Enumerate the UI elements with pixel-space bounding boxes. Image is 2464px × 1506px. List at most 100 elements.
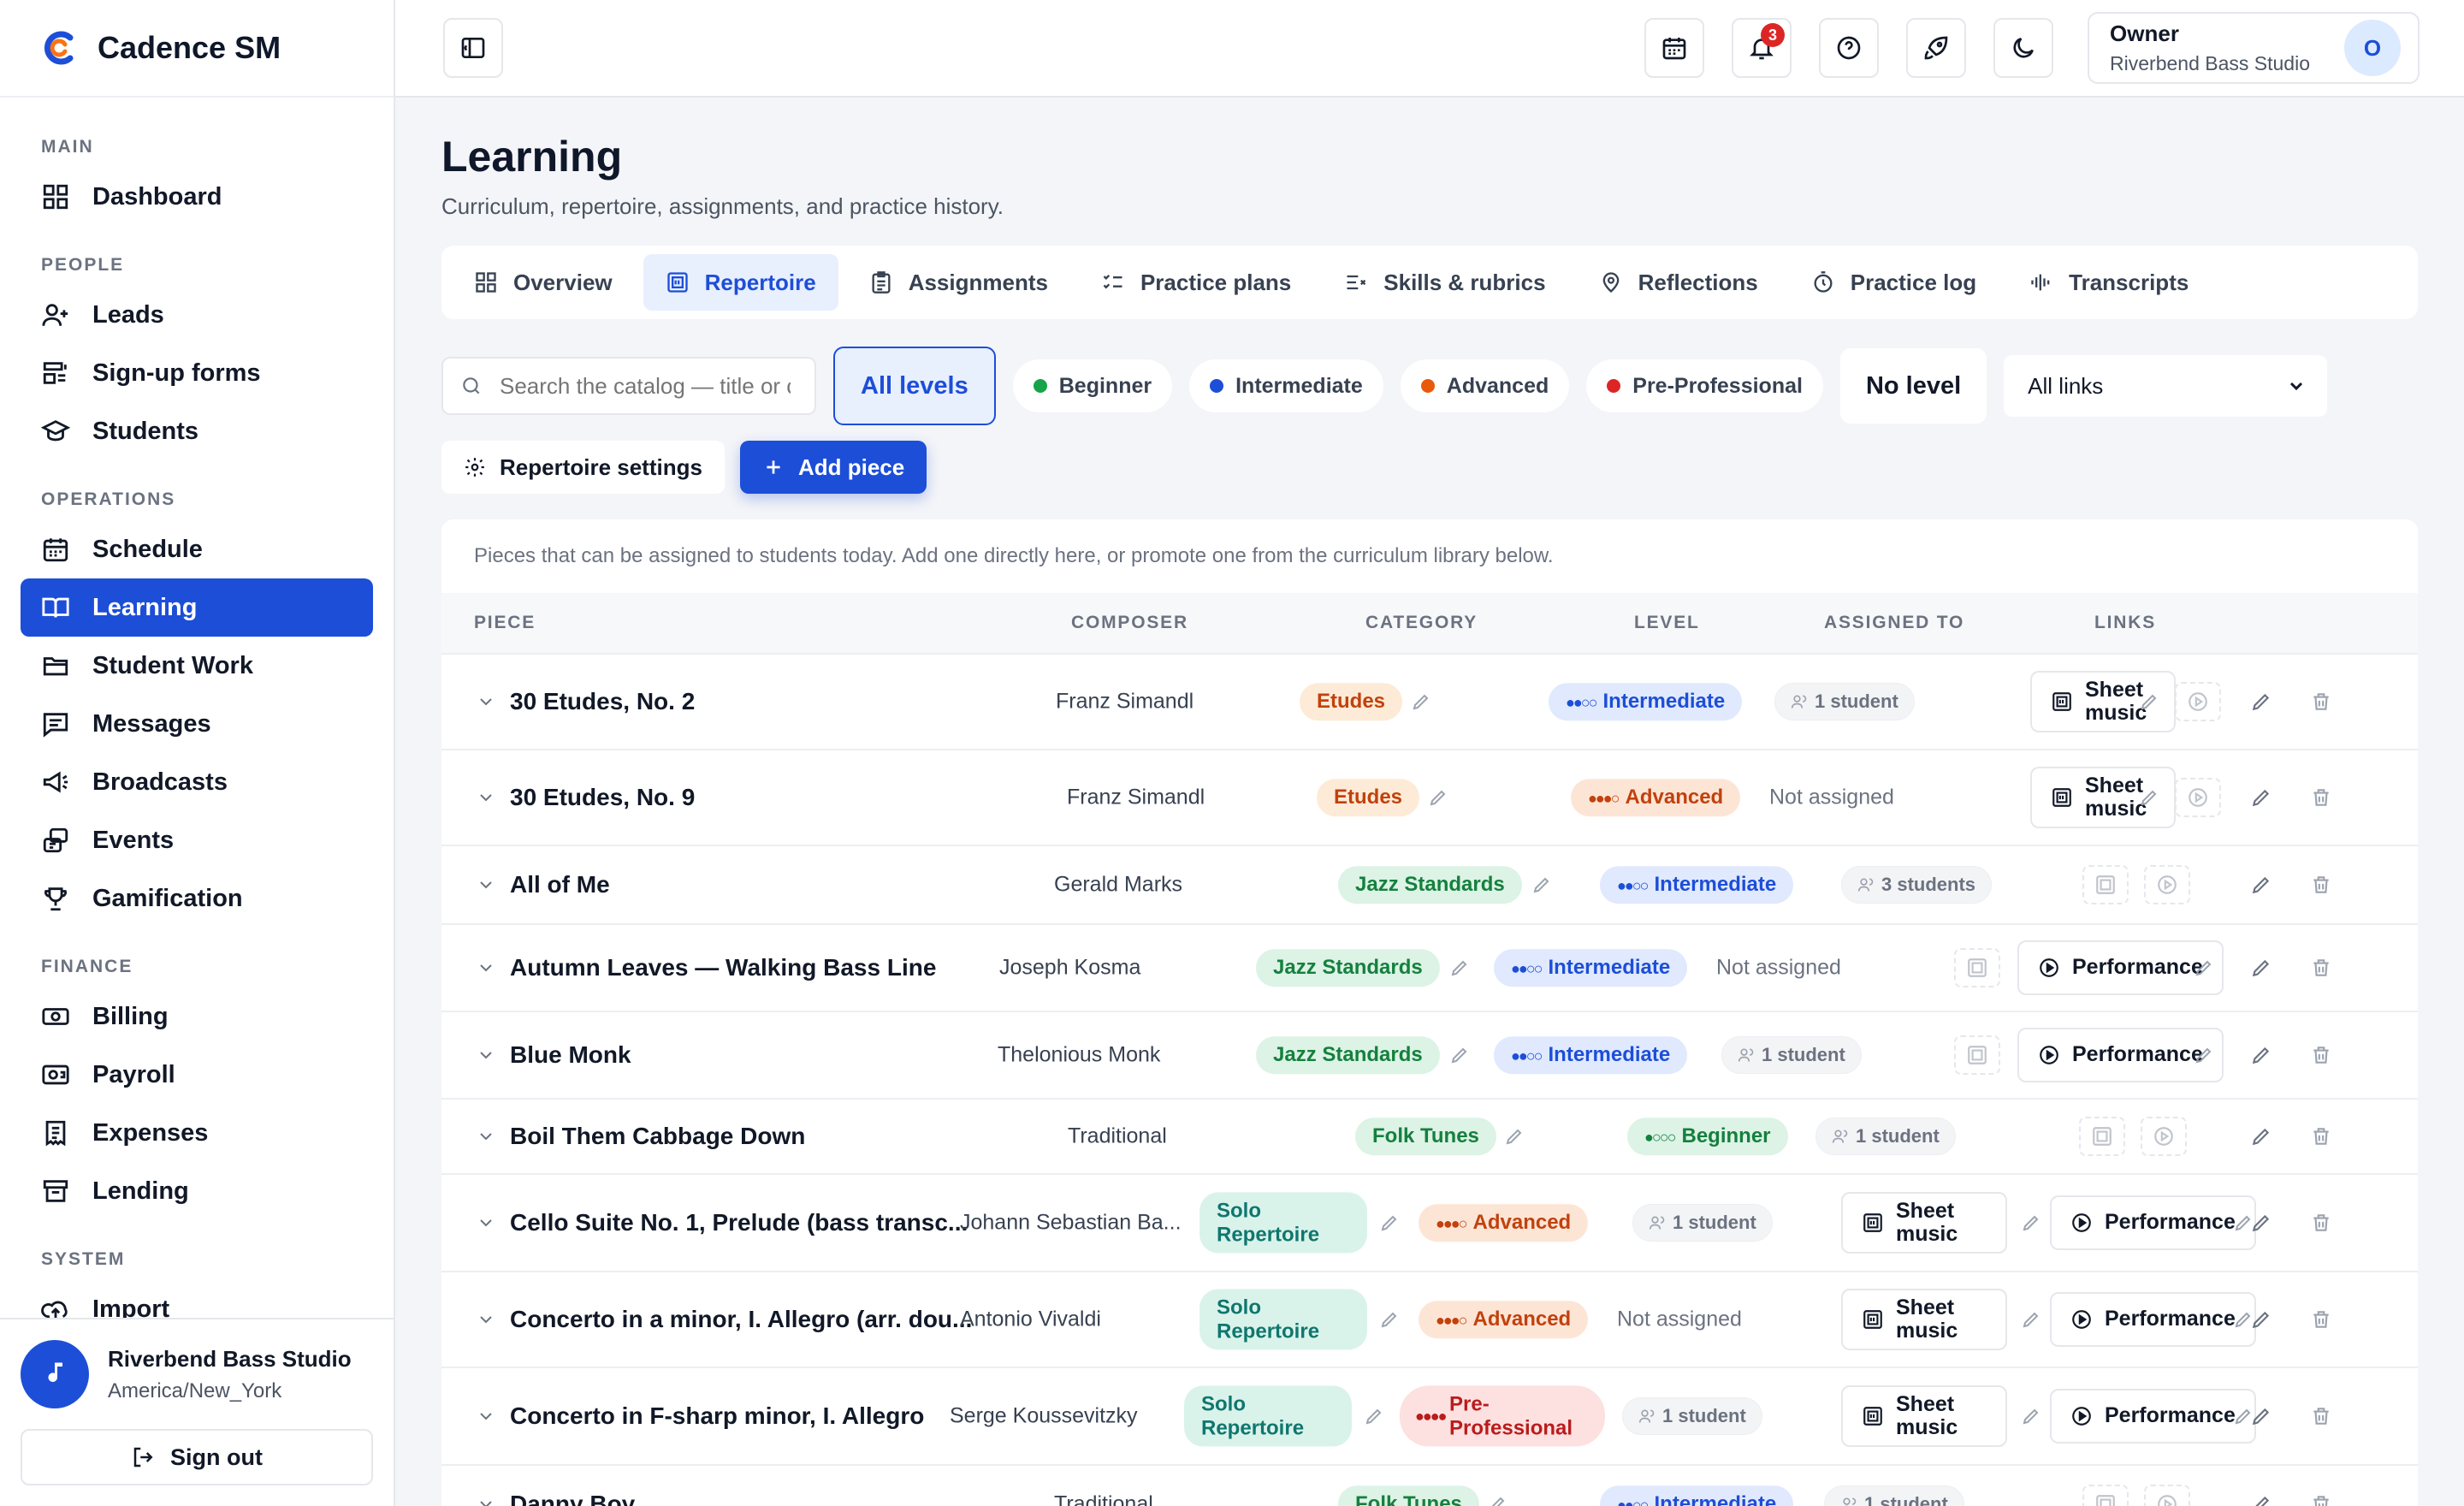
- table-row[interactable]: Concerto in a minor, I. Allegro (arr. do…: [441, 1272, 2418, 1368]
- repertoire-settings-button[interactable]: Repertoire settings: [441, 441, 725, 494]
- search-input[interactable]: [500, 372, 791, 400]
- tab-repertoire[interactable]: Repertoire: [643, 254, 838, 311]
- add-performance-link[interactable]: [2144, 865, 2190, 904]
- edit-link-button[interactable]: [2139, 787, 2159, 808]
- theme-toggle-button[interactable]: [1993, 18, 2054, 78]
- sidebar-item-import[interactable]: Import: [21, 1280, 373, 1318]
- add-sheet-music-link[interactable]: [2082, 1485, 2129, 1506]
- toggle-sidebar-button[interactable]: [443, 18, 503, 78]
- delete-piece-button[interactable]: [2310, 1405, 2332, 1427]
- tab-assignments[interactable]: Assignments: [847, 254, 1070, 311]
- table-row[interactable]: All of Me Gerald Marks Jazz Standards ●●○○ I…: [441, 846, 2418, 925]
- add-sheet-music-link[interactable]: [2082, 865, 2129, 904]
- sidebar-item-dashboard[interactable]: Dashboard: [21, 168, 373, 226]
- performance-link[interactable]: Performance: [2017, 1028, 2224, 1082]
- sidebar-item-gamification[interactable]: Gamification: [21, 869, 373, 928]
- performance-link[interactable]: Performance: [2017, 940, 2224, 995]
- edit-category-button[interactable]: [1531, 875, 1552, 895]
- delete-piece-button[interactable]: [2310, 1212, 2332, 1234]
- table-row[interactable]: Blue Monk Thelonious Monk Jazz Standards ●●…: [441, 1012, 2418, 1100]
- filter-pre-professional[interactable]: Pre-Professional: [1586, 359, 1823, 412]
- table-row[interactable]: 30 Etudes, No. 2 Franz Simandl Etudes ●●○○ I…: [441, 655, 2418, 750]
- sidebar-item-broadcasts[interactable]: Broadcasts: [21, 753, 373, 811]
- add-sheet-music-link[interactable]: [1954, 1035, 2000, 1075]
- edit-piece-button[interactable]: [2250, 786, 2272, 809]
- sidebar-item-payroll[interactable]: Payroll: [21, 1046, 373, 1104]
- delete-piece-button[interactable]: [2310, 1125, 2332, 1147]
- assigned-students-badge[interactable]: 1 student: [1622, 1397, 1762, 1435]
- edit-piece-button[interactable]: [2250, 1493, 2272, 1506]
- sign-out-button[interactable]: Sign out: [21, 1429, 373, 1485]
- chevron-down-icon[interactable]: [476, 1494, 496, 1506]
- chevron-down-icon[interactable]: [476, 1309, 496, 1330]
- table-row[interactable]: Concerto in F-sharp minor, I. Allegro Ser…: [441, 1368, 2418, 1466]
- add-piece-button[interactable]: Add piece: [739, 441, 927, 494]
- add-performance-link[interactable]: [2175, 778, 2221, 817]
- assigned-students-badge[interactable]: 1 student: [1824, 1485, 1964, 1506]
- edit-category-button[interactable]: [1379, 1309, 1400, 1330]
- chevron-down-icon[interactable]: [476, 691, 496, 712]
- sidebar-item-signup-forms[interactable]: Sign-up forms: [21, 344, 373, 402]
- tab-practice-plans[interactable]: Practice plans: [1079, 254, 1313, 311]
- tab-reflections[interactable]: Reflections: [1577, 254, 1780, 311]
- links-select[interactable]: All links: [2004, 355, 2328, 417]
- sidebar-item-students[interactable]: Students: [21, 402, 373, 460]
- tab-skills-rubrics[interactable]: Skills & rubrics: [1322, 254, 1567, 311]
- edit-piece-button[interactable]: [2250, 957, 2272, 979]
- table-row[interactable]: Danny Boy Traditional Folk Tunes ●●○○ Interm…: [441, 1466, 2418, 1506]
- sidebar-item-learning[interactable]: Learning: [21, 578, 373, 637]
- edit-link-button[interactable]: [2021, 1406, 2041, 1426]
- brand[interactable]: Cadence SM: [0, 0, 394, 98]
- edit-link-button[interactable]: [2021, 1213, 2041, 1233]
- sheet-music-link[interactable]: Sheet music: [1841, 1385, 2007, 1447]
- edit-piece-button[interactable]: [2250, 1405, 2272, 1427]
- edit-category-button[interactable]: [1504, 1126, 1525, 1147]
- edit-piece-button[interactable]: [2250, 874, 2272, 896]
- help-button[interactable]: [1819, 18, 1880, 78]
- sidebar-item-leads[interactable]: Leads: [21, 286, 373, 344]
- sidebar-item-expenses[interactable]: Expenses: [21, 1104, 373, 1162]
- edit-piece-button[interactable]: [2250, 1125, 2272, 1147]
- table-row[interactable]: 30 Etudes, No. 9 Franz Simandl Etudes ●●●○ A…: [441, 750, 2418, 846]
- chevron-down-icon[interactable]: [476, 875, 496, 895]
- edit-link-button[interactable]: [2194, 1045, 2214, 1065]
- account-menu[interactable]: Owner Riverbend Bass Studio O: [2088, 12, 2420, 84]
- calendar-button[interactable]: [1644, 18, 1705, 78]
- performance-link[interactable]: Performance: [2050, 1389, 2256, 1444]
- chevron-down-icon[interactable]: [476, 1045, 496, 1065]
- tab-practice-log[interactable]: Practice log: [1789, 254, 1999, 311]
- table-row[interactable]: Cello Suite No. 1, Prelude (bass transc.…: [441, 1175, 2418, 1272]
- edit-category-button[interactable]: [1379, 1213, 1400, 1233]
- add-performance-link[interactable]: [2141, 1117, 2187, 1156]
- chevron-down-icon[interactable]: [476, 1213, 496, 1233]
- sidebar-item-lending[interactable]: Lending: [21, 1162, 373, 1220]
- edit-piece-button[interactable]: [2250, 691, 2272, 713]
- sidebar-item-billing[interactable]: Billing: [21, 987, 373, 1046]
- launch-button[interactable]: [1906, 18, 1967, 78]
- assigned-students-badge[interactable]: 1 student: [1774, 683, 1915, 720]
- filter-all-levels[interactable]: All levels: [833, 347, 996, 425]
- assigned-students-badge[interactable]: 1 student: [1815, 1118, 1956, 1155]
- add-performance-link[interactable]: [2175, 682, 2221, 721]
- sheet-music-link[interactable]: Sheet music: [1841, 1192, 2007, 1254]
- filter-intermediate[interactable]: Intermediate: [1189, 359, 1383, 412]
- sheet-music-link[interactable]: Sheet music: [1841, 1289, 2007, 1350]
- edit-link-button[interactable]: [2139, 691, 2159, 712]
- add-sheet-music-link[interactable]: [2079, 1117, 2125, 1156]
- table-row[interactable]: Boil Them Cabbage Down Traditional Folk Tu…: [441, 1100, 2418, 1175]
- sidebar-item-events[interactable]: Events: [21, 811, 373, 869]
- delete-piece-button[interactable]: [2310, 874, 2332, 896]
- edit-piece-button[interactable]: [2250, 1308, 2272, 1331]
- tab-overview[interactable]: Overview: [452, 254, 635, 311]
- assigned-students-badge[interactable]: 1 student: [1632, 1204, 1773, 1242]
- chevron-down-icon[interactable]: [476, 1406, 496, 1426]
- edit-category-button[interactable]: [1487, 1494, 1507, 1506]
- delete-piece-button[interactable]: [2310, 786, 2332, 809]
- delete-piece-button[interactable]: [2310, 957, 2332, 979]
- performance-link[interactable]: Performance: [2050, 1292, 2256, 1347]
- sidebar-item-student-work[interactable]: Student Work: [21, 637, 373, 695]
- edit-link-button[interactable]: [2194, 958, 2214, 978]
- delete-piece-button[interactable]: [2310, 1493, 2332, 1506]
- sidebar-item-messages[interactable]: Messages: [21, 695, 373, 753]
- edit-link-button[interactable]: [2021, 1309, 2041, 1330]
